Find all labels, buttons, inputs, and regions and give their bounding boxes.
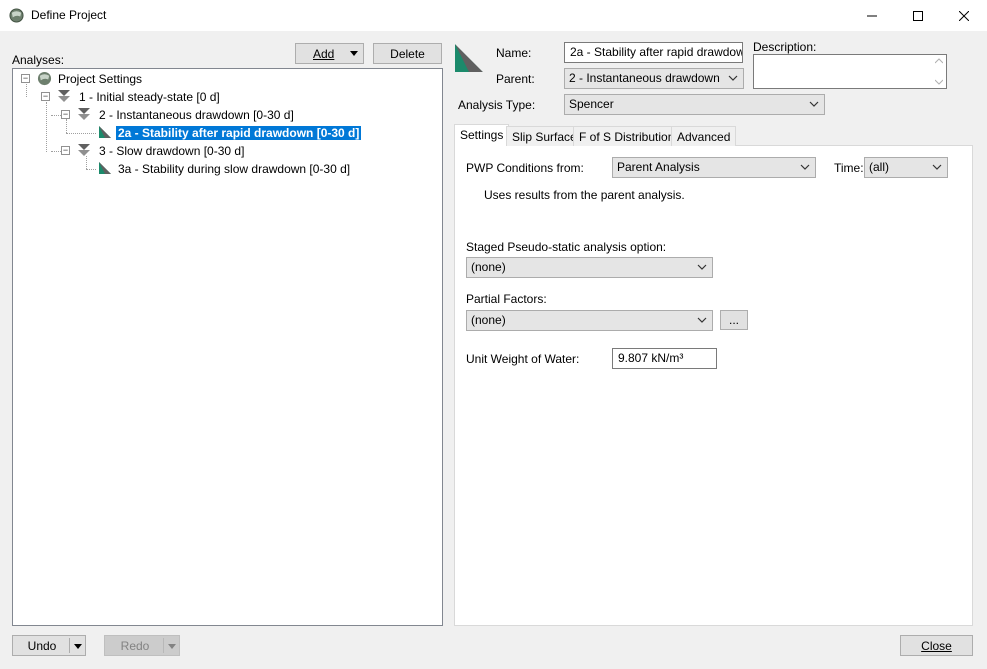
chevron-down-icon bbox=[800, 164, 810, 170]
pwp-conditions-select[interactable]: Parent Analysis bbox=[612, 157, 816, 178]
staged-pseudo-static-label: Staged Pseudo-static analysis option: bbox=[466, 240, 667, 254]
tree-expander[interactable]: − bbox=[61, 146, 70, 155]
partial-factors-label: Partial Factors: bbox=[466, 292, 547, 306]
tree-connector bbox=[86, 169, 96, 170]
settings-tab-panel bbox=[454, 145, 973, 626]
chevron-down-icon bbox=[809, 101, 819, 107]
tree-expander[interactable]: − bbox=[41, 92, 50, 101]
unit-weight-input[interactable]: 9.807 kN/m³ bbox=[612, 348, 717, 369]
split-divider bbox=[69, 638, 70, 653]
chevron-down-icon bbox=[728, 75, 738, 81]
ellipsis-label: ... bbox=[728, 313, 739, 327]
tree-connector bbox=[66, 133, 96, 134]
scroll-up-icon[interactable] bbox=[935, 58, 943, 64]
tree-connector bbox=[26, 84, 27, 97]
tree-item-analysis-2[interactable]: 2 - Instantaneous drawdown [0-30 d] bbox=[97, 107, 296, 123]
water-table-icon bbox=[58, 90, 70, 102]
delete-button[interactable]: Delete bbox=[373, 43, 442, 64]
tree-item-label: 2 - Instantaneous drawdown [0-30 d] bbox=[99, 108, 294, 122]
tree-item-label: 1 - Initial steady-state [0 d] bbox=[79, 90, 220, 104]
maximize-icon bbox=[913, 10, 923, 21]
undo-button[interactable]: Undo bbox=[12, 635, 86, 656]
add-button[interactable]: Add bbox=[295, 43, 364, 64]
time-label: Time: bbox=[834, 161, 864, 175]
tab-fos-distribution[interactable]: F of S Distribution bbox=[573, 126, 681, 146]
tree-item-analysis-3a[interactable]: 3a - Stability during slow drawdown [0-3… bbox=[116, 161, 352, 177]
close-button-label: Close bbox=[921, 638, 952, 653]
tree-connector bbox=[46, 102, 47, 152]
tree-item-label: 3a - Stability during slow drawdown [0-3… bbox=[118, 162, 351, 176]
close-window-button[interactable] bbox=[941, 0, 987, 31]
partial-factors-edit-button[interactable]: ... bbox=[720, 310, 748, 330]
tree-expander[interactable]: − bbox=[21, 74, 30, 83]
split-divider bbox=[163, 638, 164, 653]
staged-pseudo-static-select[interactable]: (none) bbox=[466, 257, 713, 278]
name-input[interactable]: 2a - Stability after rapid drawdown bbox=[564, 42, 743, 63]
delete-button-label: Delete bbox=[390, 46, 425, 61]
slope-stability-icon bbox=[99, 126, 111, 138]
analysis-type-select[interactable]: Spencer bbox=[564, 94, 825, 115]
close-icon bbox=[959, 10, 969, 21]
name-label: Name: bbox=[496, 46, 531, 60]
partial-factors-value: (none) bbox=[471, 313, 506, 327]
pwp-conditions-value: Parent Analysis bbox=[617, 160, 700, 174]
slope-stability-icon bbox=[99, 162, 111, 174]
pwp-note: Uses results from the parent analysis. bbox=[484, 188, 685, 202]
time-select-value: (all) bbox=[869, 160, 889, 174]
parent-select[interactable]: 2 - Instantaneous drawdown bbox=[564, 68, 744, 89]
tree-item-analysis-2a[interactable]: 2a - Stability after rapid drawdown [0-3… bbox=[116, 125, 362, 141]
tree-connector bbox=[86, 156, 87, 169]
tab-advanced[interactable]: Advanced bbox=[671, 126, 737, 146]
analyses-tree[interactable]: − Project Settings − 1 - Initial steady-… bbox=[12, 68, 443, 626]
minimize-button[interactable] bbox=[849, 0, 895, 31]
tree-item-analysis-3[interactable]: 3 - Slow drawdown [0-30 d] bbox=[97, 143, 246, 159]
tree-connector bbox=[66, 119, 67, 133]
scroll-down-icon[interactable] bbox=[935, 79, 943, 85]
parent-label: Parent: bbox=[496, 72, 535, 86]
globe-icon bbox=[9, 8, 24, 23]
tab-slip-surface[interactable]: Slip Surface bbox=[506, 126, 583, 146]
redo-button[interactable]: Redo bbox=[104, 635, 180, 656]
time-select[interactable]: (all) bbox=[864, 157, 948, 178]
water-table-icon bbox=[78, 108, 90, 120]
dropdown-arrow-icon bbox=[74, 644, 82, 649]
minimize-icon bbox=[867, 15, 877, 16]
redo-button-label: Redo bbox=[120, 638, 150, 653]
description-label: Description: bbox=[753, 40, 817, 54]
undo-button-label: Undo bbox=[27, 638, 57, 653]
chevron-down-icon bbox=[697, 264, 707, 270]
dropdown-arrow-icon bbox=[168, 644, 176, 649]
tree-item-label: 3 - Slow drawdown [0-30 d] bbox=[99, 144, 245, 158]
staged-pseudo-static-value: (none) bbox=[471, 260, 506, 274]
tree-connector bbox=[51, 151, 61, 152]
water-table-icon bbox=[78, 144, 90, 156]
tree-expander[interactable]: − bbox=[61, 110, 70, 119]
tree-item-label: Project Settings bbox=[58, 72, 143, 86]
partial-factors-select[interactable]: (none) bbox=[466, 310, 713, 331]
tree-connector bbox=[51, 115, 61, 116]
analysis-type-select-value: Spencer bbox=[569, 97, 614, 111]
dropdown-arrow-icon bbox=[350, 51, 358, 56]
window-title: Define Project bbox=[31, 8, 107, 22]
chevron-down-icon bbox=[932, 164, 942, 170]
tree-item-project-settings[interactable]: Project Settings bbox=[56, 71, 144, 87]
analysis-type-label: Analysis Type: bbox=[458, 98, 536, 112]
close-button[interactable]: Close bbox=[900, 635, 973, 656]
tab-settings[interactable]: Settings bbox=[454, 124, 510, 146]
name-label-text: Name: bbox=[496, 46, 532, 60]
tree-item-analysis-1[interactable]: 1 - Initial steady-state [0 d] bbox=[77, 89, 222, 105]
tree-item-label: 2a - Stability after rapid drawdown [0-3… bbox=[116, 126, 362, 140]
maximize-button[interactable] bbox=[895, 0, 941, 31]
analyses-label: Analyses: bbox=[12, 53, 65, 67]
title-bar: Define Project bbox=[0, 0, 987, 31]
pwp-conditions-label: PWP Conditions from: bbox=[466, 161, 584, 175]
globe-icon bbox=[37, 71, 52, 86]
analysis-type-icon bbox=[455, 44, 483, 72]
parent-select-value: 2 - Instantaneous drawdown bbox=[569, 71, 720, 85]
description-textarea[interactable] bbox=[753, 54, 947, 89]
unit-weight-label: Unit Weight of Water: bbox=[466, 352, 580, 366]
add-button-label: Add bbox=[313, 46, 335, 61]
chevron-down-icon bbox=[697, 317, 707, 323]
